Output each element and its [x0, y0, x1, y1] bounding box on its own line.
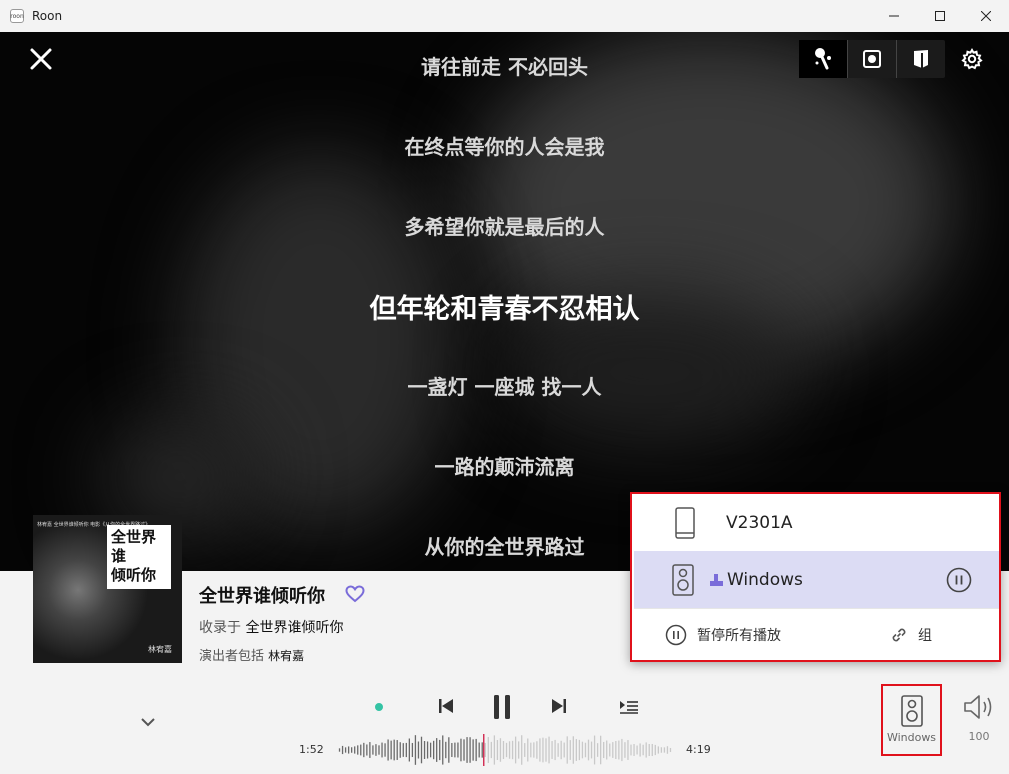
album-card-line: 谁 [111, 547, 127, 565]
track-duration: 4:19 [686, 743, 711, 756]
app-icon-text: roon [10, 12, 24, 20]
minimize-button[interactable] [871, 0, 917, 32]
pause-circle-icon [946, 567, 972, 593]
album-prefix: 收录于 [199, 620, 241, 636]
track-info: 全世界谁倾听你 [199, 582, 365, 608]
zone-item[interactable]: V2301A [634, 495, 999, 551]
skip-previous-icon [439, 699, 453, 713]
collapse-button[interactable] [140, 714, 156, 730]
window-controls [871, 0, 1009, 32]
zone-selector-popup: V2301A Windows 暂停所有播放 组 [630, 492, 1001, 662]
queue-button[interactable] [619, 699, 639, 719]
lyric-line-active[interactable]: 但年轮和青春不忍相认 [0, 287, 1009, 326]
speaker-icon [900, 695, 923, 727]
speaker-icon [672, 563, 694, 596]
album-card-line: 全世界 [111, 528, 157, 546]
lyrics-mode-icon [815, 48, 831, 70]
skip-next-icon [552, 699, 566, 713]
elapsed-time: 1:52 [299, 743, 324, 756]
album-cover[interactable]: 林宥嘉 全世界谁倾听你 电影《从你的全世界路过》 全世界 谁 倾听你 林宥嘉 [33, 515, 182, 663]
pause-icon [494, 695, 510, 719]
window-close-icon [981, 11, 991, 21]
pause-circle-icon [665, 624, 687, 645]
album-art-mode-button[interactable] [848, 40, 897, 78]
zone-pause-button[interactable] [946, 567, 972, 597]
previous-track-button[interactable] [437, 697, 455, 719]
lyric-line[interactable]: 在终点等你的人会是我 [0, 131, 1009, 160]
settings-button[interactable] [960, 47, 984, 71]
volume-button[interactable]: 100 [961, 694, 997, 754]
zone-popup-actions: 暂停所有播放 组 [634, 608, 999, 660]
heart-icon [345, 585, 365, 603]
minimize-icon [889, 15, 899, 17]
favorite-button[interactable] [345, 585, 365, 603]
maximize-icon [935, 11, 945, 21]
pause-button[interactable] [491, 694, 513, 724]
group-button[interactable]: 组 [890, 625, 932, 645]
pause-all-label: 暂停所有播放 [697, 627, 781, 644]
album-cover-title-card: 全世界 谁 倾听你 [107, 525, 171, 589]
track-title[interactable]: 全世界谁倾听你 [199, 582, 325, 608]
waveform-seek-bar[interactable] [338, 733, 672, 767]
view-mode-toggle [799, 40, 945, 78]
maximize-button[interactable] [917, 0, 963, 32]
zone-item-selected[interactable]: Windows [634, 551, 999, 608]
lyric-line[interactable]: 一路的颠沛流离 [0, 451, 1009, 480]
next-track-button[interactable] [550, 697, 568, 719]
now-playing-bars-icon [710, 573, 723, 586]
volume-level: 100 [968, 730, 990, 743]
queue-icon [620, 701, 638, 714]
gear-icon [961, 47, 983, 70]
roon-app-icon: roon [10, 9, 24, 23]
link-icon [892, 628, 906, 641]
album-card-line: 倾听你 [111, 566, 157, 584]
zone-picker-button[interactable]: Windows [881, 684, 942, 756]
lyric-line[interactable]: 一盏灯 一座城 找一人 [0, 371, 1009, 400]
album-art-mode-icon [863, 50, 881, 68]
chevron-down-icon [141, 718, 155, 727]
zone-label: Windows [886, 731, 937, 744]
album-line: 收录于 全世界谁倾听你 [199, 617, 343, 637]
window-title: Roon [32, 9, 63, 23]
booklet-mode-button[interactable] [897, 40, 945, 78]
phone-icon [675, 507, 695, 539]
pause-all-button[interactable]: 暂停所有播放 [665, 624, 781, 646]
artist-line: 演出者包括 林宥嘉 [199, 645, 304, 664]
now-playing-lyrics-stage: 请往前走 不必回头 在终点等你的人会是我 多希望你就是最后的人 但年轮和青春不忍… [0, 32, 1009, 571]
booklet-mode-icon [914, 50, 928, 68]
volume-icon [964, 695, 992, 719]
zone-name: V2301A [726, 513, 793, 533]
artist-link[interactable]: 林宥嘉 [268, 649, 304, 663]
window-close-button[interactable] [963, 0, 1009, 32]
window-titlebar: roon Roon [0, 0, 1009, 32]
album-link[interactable]: 全世界谁倾听你 [245, 620, 343, 636]
artist-prefix: 演出者包括 [199, 649, 265, 664]
radio-indicator-dot[interactable] [375, 703, 383, 711]
lyrics-mode-button[interactable] [799, 40, 848, 78]
zone-name: Windows [727, 569, 803, 590]
lyric-line[interactable]: 多希望你就是最后的人 [0, 211, 1009, 240]
group-label: 组 [918, 627, 932, 644]
album-cover-signature: 林宥嘉 [148, 645, 172, 654]
